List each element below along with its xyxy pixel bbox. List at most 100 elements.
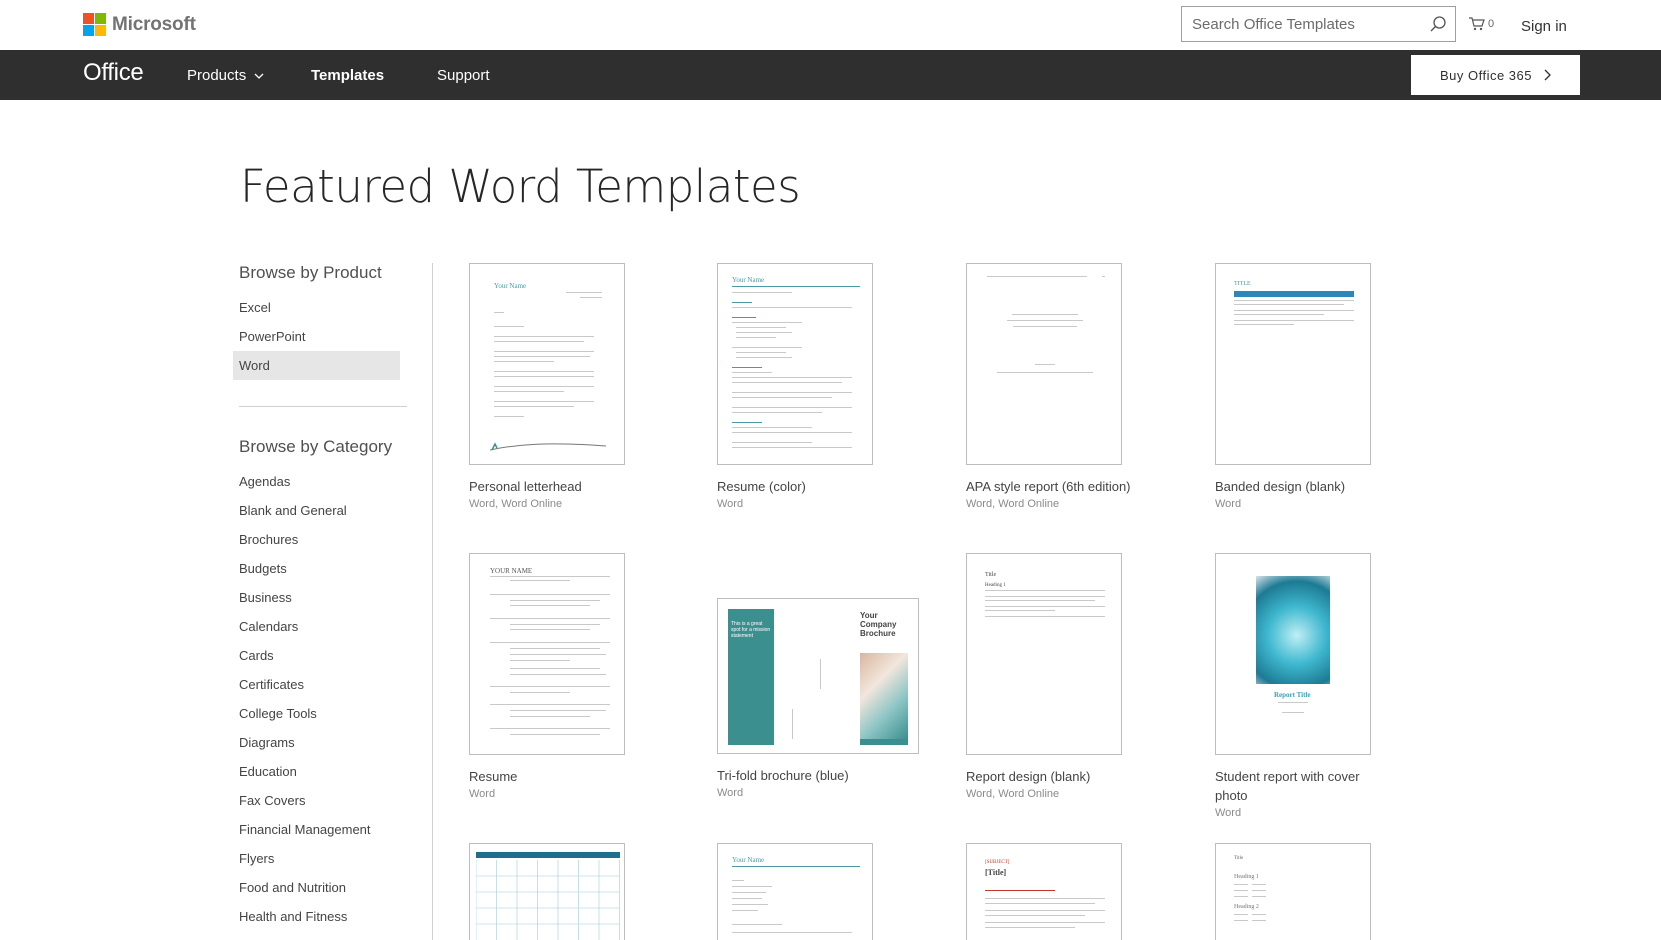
template-card[interactable]: TITLE Banded design (blank) Word — [1215, 263, 1375, 513]
search-icon[interactable] — [1421, 7, 1455, 41]
category-diagrams[interactable]: Diagrams — [233, 728, 403, 757]
thumb-text: Title — [985, 572, 997, 578]
nav-products[interactable]: Products — [187, 67, 264, 84]
template-apps: Word, Word Online — [469, 498, 563, 510]
template-card[interactable]: Title Heading 1 Report design (blank) Wo… — [966, 553, 1126, 803]
template-thumbnail[interactable]: [SUBJECT] [Title] — [966, 843, 1122, 940]
template-name[interactable]: Student report with cover photo — [1215, 767, 1385, 805]
template-apps: Word — [717, 498, 744, 510]
template-thumbnail[interactable] — [469, 843, 625, 940]
category-blank-and-general[interactable]: Blank and General — [233, 496, 403, 525]
sidebar-separator — [432, 263, 433, 940]
nav-templates[interactable]: Templates — [311, 67, 384, 84]
template-card[interactable]: Your Name — [717, 843, 877, 940]
thumb-text: [SUBJECT] — [985, 860, 1010, 865]
template-apps: Word — [1215, 807, 1242, 819]
sidebar-divider — [239, 406, 407, 407]
template-name[interactable]: APA style report (6th edition) — [966, 477, 1136, 496]
template-thumbnail[interactable]: Your Name — [717, 263, 873, 465]
cart-count: 0 — [1488, 18, 1495, 30]
template-apps: Word — [717, 787, 744, 799]
microsoft-logo[interactable]: Microsoft — [83, 13, 196, 36]
template-thumbnail[interactable]: This is a great spot for a mission state… — [717, 598, 919, 754]
template-apps: Word — [1215, 498, 1242, 510]
cover-photo — [1256, 576, 1330, 684]
template-card[interactable]: Your Name Resume (color) Word — [717, 263, 877, 513]
template-apps: Word — [469, 788, 496, 800]
sidebar: Browse by Product Excel PowerPoint Word … — [233, 263, 407, 931]
category-college-tools[interactable]: College Tools — [233, 699, 403, 728]
template-name[interactable]: Report design (blank) — [966, 767, 1136, 786]
category-fax-covers[interactable]: Fax Covers — [233, 786, 403, 815]
thumb-text: TITLE — [1234, 281, 1251, 287]
template-thumbnail[interactable]: Your Name — [469, 263, 625, 465]
sign-in-link[interactable]: Sign in — [1521, 18, 1567, 35]
chevron-right-icon — [1544, 69, 1551, 81]
chevron-down-icon — [254, 73, 264, 79]
thumb-text: Your Name — [494, 282, 527, 290]
thumb-text: Heading 1 — [1234, 874, 1259, 880]
template-card[interactable]: This is a great spot for a mission state… — [717, 553, 919, 802]
template-thumbnail[interactable]: Title Heading 1 — [966, 553, 1122, 755]
search-box — [1181, 6, 1456, 42]
template-thumbnail[interactable]: Title Heading 1 Heading 2 — [1215, 843, 1371, 940]
category-business[interactable]: Business — [233, 583, 403, 612]
template-name[interactable]: Personal letterhead — [469, 477, 639, 496]
category-budgets[interactable]: Budgets — [233, 554, 403, 583]
template-apps: Word, Word Online — [966, 788, 1060, 800]
template-thumbnail[interactable]: Report Title — [1215, 553, 1371, 755]
microsoft-logo-icon — [83, 13, 106, 36]
nav-support[interactable]: Support — [437, 67, 490, 84]
category-agendas[interactable]: Agendas — [233, 467, 403, 496]
main-nav: Office Products Templates Support Buy Of… — [0, 50, 1661, 100]
template-thumbnail[interactable] — [966, 263, 1122, 465]
sidebar-item-word[interactable]: Word — [233, 351, 400, 380]
thumb-text: Your Name — [732, 856, 765, 864]
template-card[interactable] — [469, 843, 629, 940]
category-calendars[interactable]: Calendars — [233, 612, 403, 641]
template-name[interactable]: Resume — [469, 767, 639, 786]
thumb-text: Your Company Brochure — [860, 611, 897, 638]
template-name[interactable]: Tri-fold brochure (blue) — [717, 766, 887, 785]
template-thumbnail[interactable]: YOUR NAME — [469, 553, 625, 755]
category-brochures[interactable]: Brochures — [233, 525, 403, 554]
thumb-text: This is a great spot for a mission state… — [731, 621, 771, 639]
buy-office-label: Buy Office 365 — [1439, 67, 1533, 83]
thumb-text: Your Name — [732, 276, 765, 284]
category-certificates[interactable]: Certificates — [233, 670, 403, 699]
browse-by-category-heading: Browse by Category — [239, 437, 393, 456]
template-apps: Word, Word Online — [966, 498, 1060, 510]
office-home-link[interactable]: Office — [83, 59, 144, 87]
thumb-text: YOUR NAME — [490, 567, 533, 575]
template-thumbnail[interactable]: TITLE — [1215, 263, 1371, 465]
top-bar: Microsoft 0 Sign in — [0, 0, 1661, 50]
template-card[interactable]: YOUR NAME Resume Word — [469, 553, 629, 803]
template-name[interactable]: Banded design (blank) — [1215, 477, 1385, 496]
browse-by-product-heading: Browse by Product — [239, 263, 382, 282]
nav-products-label: Products — [187, 67, 247, 84]
page-title: Featured Word Templates — [240, 160, 801, 213]
thumb-text: Report Title — [1274, 691, 1311, 699]
category-health-and-fitness[interactable]: Health and Fitness — [233, 902, 403, 931]
cart-icon — [1469, 17, 1485, 31]
template-name[interactable]: Resume (color) — [717, 477, 887, 496]
template-card[interactable]: Title Heading 1 Heading 2 — [1215, 843, 1375, 940]
category-education[interactable]: Education — [233, 757, 403, 786]
category-cards[interactable]: Cards — [233, 641, 403, 670]
template-card[interactable]: [SUBJECT] [Title] — [966, 843, 1126, 940]
template-thumbnail[interactable]: Your Name — [717, 843, 873, 940]
category-flyers[interactable]: Flyers — [233, 844, 403, 873]
category-financial-management[interactable]: Financial Management — [233, 815, 403, 844]
sidebar-item-excel[interactable]: Excel — [233, 293, 403, 322]
cart-button[interactable]: 0 — [1468, 16, 1494, 32]
brand-name: Microsoft — [112, 13, 196, 35]
thumb-text: [Title] — [985, 868, 1007, 877]
buy-office-button[interactable]: Buy Office 365 — [1411, 55, 1580, 95]
search-input[interactable] — [1182, 7, 1421, 41]
template-card[interactable]: Report Title Student report with cover p… — [1215, 553, 1375, 822]
category-food-and-nutrition[interactable]: Food and Nutrition — [233, 873, 403, 902]
template-card[interactable]: APA style report (6th edition) Word, Wor… — [966, 263, 1131, 513]
template-card[interactable]: Your Name Personal letterhead Word, Word… — [469, 263, 629, 513]
thumb-text: Heading 2 — [1234, 904, 1259, 910]
sidebar-item-powerpoint[interactable]: PowerPoint — [233, 322, 403, 351]
